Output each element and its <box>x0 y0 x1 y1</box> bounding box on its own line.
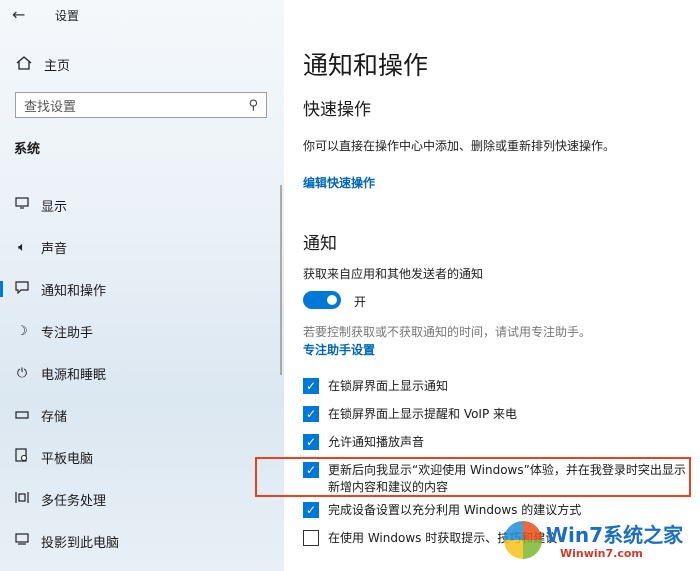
sidebar-item-label: 多任务处理 <box>41 493 107 509</box>
section-heading: 系统 <box>14 142 41 157</box>
sidebar-item-sound[interactable]: 🔈︎ 声音 <box>0 226 284 268</box>
tablet-icon <box>14 448 30 466</box>
quick-actions-heading: 快速操作 <box>303 100 371 120</box>
sidebar-item-notifications[interactable]: 通知和操作 <box>0 268 284 310</box>
notification-icon <box>14 280 30 298</box>
search-box[interactable]: 查找设置 ⚲ <box>15 92 267 118</box>
checkbox-checked[interactable]: ✓ <box>303 434 319 450</box>
edit-quick-actions-link[interactable]: 编辑快速操作 <box>303 174 375 191</box>
home-icon <box>16 55 34 74</box>
sidebar: ← 设置 主页 查找设置 ⚲ 系统 显示 🔈︎ 声音 通知和操作 ☽ 专注助手 … <box>0 0 284 571</box>
checkbox-lockscreen-notifications[interactable]: ✓ 在锁屏界面上显示通知 <box>303 378 448 395</box>
watermark-url: Winwin7.com <box>560 547 643 560</box>
notifications-toggle-state: 开 <box>354 295 367 309</box>
moon-icon: ☽ <box>16 323 28 339</box>
checkbox-checked[interactable]: ✓ <box>303 406 319 422</box>
page-title: 通知和操作 <box>303 51 429 80</box>
checkbox-notification-sounds[interactable]: ✓ 允许通知播放声音 <box>303 434 424 451</box>
checkbox-label: 在锁屏界面上显示提醒和 VoIP 来电 <box>328 407 518 421</box>
search-icon[interactable]: ⚲ <box>248 98 258 113</box>
sidebar-item-storage[interactable]: 存储 <box>0 394 284 436</box>
sidebar-item-multitasking[interactable]: 多任务处理 <box>0 478 284 520</box>
sidebar-item-label: 存储 <box>41 409 68 425</box>
sidebar-item-project[interactable]: 投影到此电脑 <box>0 520 284 562</box>
project-icon <box>14 533 30 549</box>
nav-home-label: 主页 <box>44 59 71 74</box>
sidebar-item-label: 显示 <box>41 199 68 215</box>
sidebar-item-display[interactable]: 显示 <box>0 184 284 226</box>
sidebar-item-power[interactable]: ⏻ 电源和睡眠 <box>0 352 284 394</box>
multitask-icon <box>14 491 30 508</box>
watermark: Win7系统之家 Winwin7.com <box>500 515 695 567</box>
quick-actions-desc: 你可以直接在操作中心中添加、删除或重新排列快速操作。 <box>303 139 616 153</box>
checkbox-label: 在锁屏界面上显示通知 <box>328 379 449 393</box>
sidebar-item-label: 平板电脑 <box>41 451 94 467</box>
toggle-knob <box>327 295 337 305</box>
sidebar-item-label: 电源和睡眠 <box>41 367 107 383</box>
back-arrow-icon[interactable]: ← <box>12 5 25 24</box>
window-title: 设置 <box>55 9 80 23</box>
notifications-heading: 通知 <box>303 234 337 254</box>
focus-assist-settings-link[interactable]: 专注助手设置 <box>303 341 375 358</box>
checkbox-label: 允许通知播放声音 <box>328 435 425 449</box>
windows-logo-icon <box>504 521 542 559</box>
storage-icon <box>14 408 30 423</box>
speaker-icon: 🔈︎ <box>18 239 26 255</box>
nav-home[interactable]: 主页 <box>16 55 70 74</box>
notifications-toggle-label: 获取来自应用和其他发送者的通知 <box>303 267 484 281</box>
focus-assist-hint: 若要控制获取或不获取通知的时间，请试用专注助手。 <box>303 325 592 339</box>
monitor-icon <box>14 197 30 213</box>
notifications-toggle[interactable] <box>303 291 341 309</box>
sidebar-item-label: 投影到此电脑 <box>41 535 120 551</box>
checkbox-checked[interactable]: ✓ <box>303 502 319 518</box>
nav-list: 显示 🔈︎ 声音 通知和操作 ☽ 专注助手 ⏻ 电源和睡眠 存储 平板电脑 多任… <box>0 184 284 562</box>
checkbox-unchecked[interactable] <box>303 530 319 546</box>
sidebar-item-tablet[interactable]: 平板电脑 <box>0 436 284 478</box>
sidebar-scrollbar[interactable] <box>280 185 282 375</box>
sidebar-item-focus-assist[interactable]: ☽ 专注助手 <box>0 310 284 352</box>
sidebar-item-label: 声音 <box>41 241 68 257</box>
power-icon: ⏻ <box>16 365 28 381</box>
search-input[interactable]: 查找设置 <box>24 96 248 115</box>
checkbox-checked[interactable]: ✓ <box>303 378 319 394</box>
checkbox-lockscreen-reminders[interactable]: ✓ 在锁屏界面上显示提醒和 VoIP 来电 <box>303 406 517 423</box>
watermark-brand: Win7系统之家 <box>546 523 684 547</box>
highlight-box <box>255 457 691 497</box>
sidebar-item-label: 通知和操作 <box>41 283 107 299</box>
sidebar-item-label: 专注助手 <box>41 325 94 341</box>
